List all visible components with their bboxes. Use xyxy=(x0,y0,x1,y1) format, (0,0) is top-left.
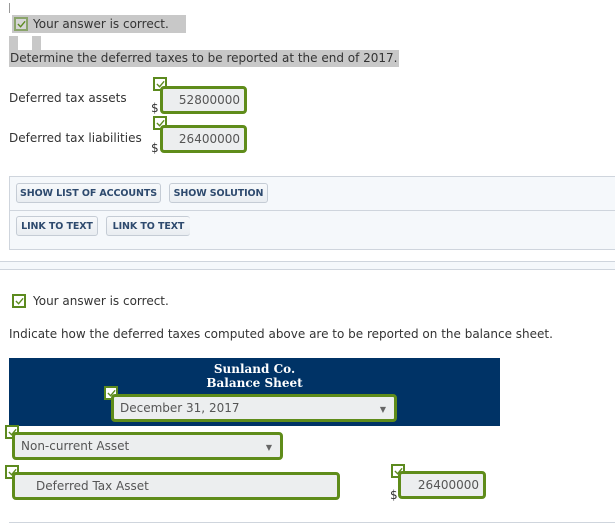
chevron-down-icon: ▼ xyxy=(379,405,386,414)
account-input[interactable]: Deferred Tax Asset xyxy=(12,472,340,500)
part1-correct-message: Your answer is correct. xyxy=(33,17,169,31)
section-select[interactable]: Non-current Asset ▼ xyxy=(12,432,283,460)
deferred-tax-assets-input[interactable]: 52800000 xyxy=(160,86,247,114)
amount-currency: $ xyxy=(390,488,398,502)
date-select[interactable]: December 31, 2017 ▼ xyxy=(111,394,397,422)
account-input-value: Deferred Tax Asset xyxy=(36,479,149,493)
part1-correct-check-icon xyxy=(14,17,28,31)
company-name: Sunland Co. xyxy=(213,362,296,376)
part2-question: Indicate how the deferred taxes computed… xyxy=(9,327,553,341)
deferred-tax-liabilities-input[interactable]: 26400000 xyxy=(160,125,247,153)
text-cursor xyxy=(9,3,10,13)
selection-block xyxy=(32,36,41,50)
deferred-tax-assets-currency: $ xyxy=(151,101,159,115)
bottom-divider xyxy=(9,522,615,523)
part1-question: Determine the deferred taxes to be repor… xyxy=(9,50,399,67)
selection-block xyxy=(9,36,18,50)
link-to-text-button-2[interactable]: LINK TO TEXT xyxy=(106,216,190,236)
link-to-text-button[interactable]: LINK TO TEXT xyxy=(16,216,98,236)
show-list-of-accounts-button[interactable]: SHOW LIST OF ACCOUNTS xyxy=(16,183,161,203)
section-separator xyxy=(0,261,615,270)
date-select-value: December 31, 2017 xyxy=(120,401,240,415)
amount-input[interactable]: 26400000 xyxy=(398,471,486,499)
part2-correct-message: Your answer is correct. xyxy=(33,294,169,308)
statement-title: Balance Sheet xyxy=(206,376,303,390)
section-select-value: Non-current Asset xyxy=(21,439,130,453)
show-solution-button[interactable]: SHOW SOLUTION xyxy=(169,183,268,203)
deferred-tax-liabilities-label: Deferred tax liabilities xyxy=(9,131,142,145)
part2-correct-check-icon xyxy=(12,294,26,308)
deferred-tax-assets-label: Deferred tax assets xyxy=(9,91,127,105)
chevron-down-icon: ▼ xyxy=(265,443,272,452)
panel-divider xyxy=(10,210,615,211)
deferred-tax-liabilities-currency: $ xyxy=(151,141,159,155)
